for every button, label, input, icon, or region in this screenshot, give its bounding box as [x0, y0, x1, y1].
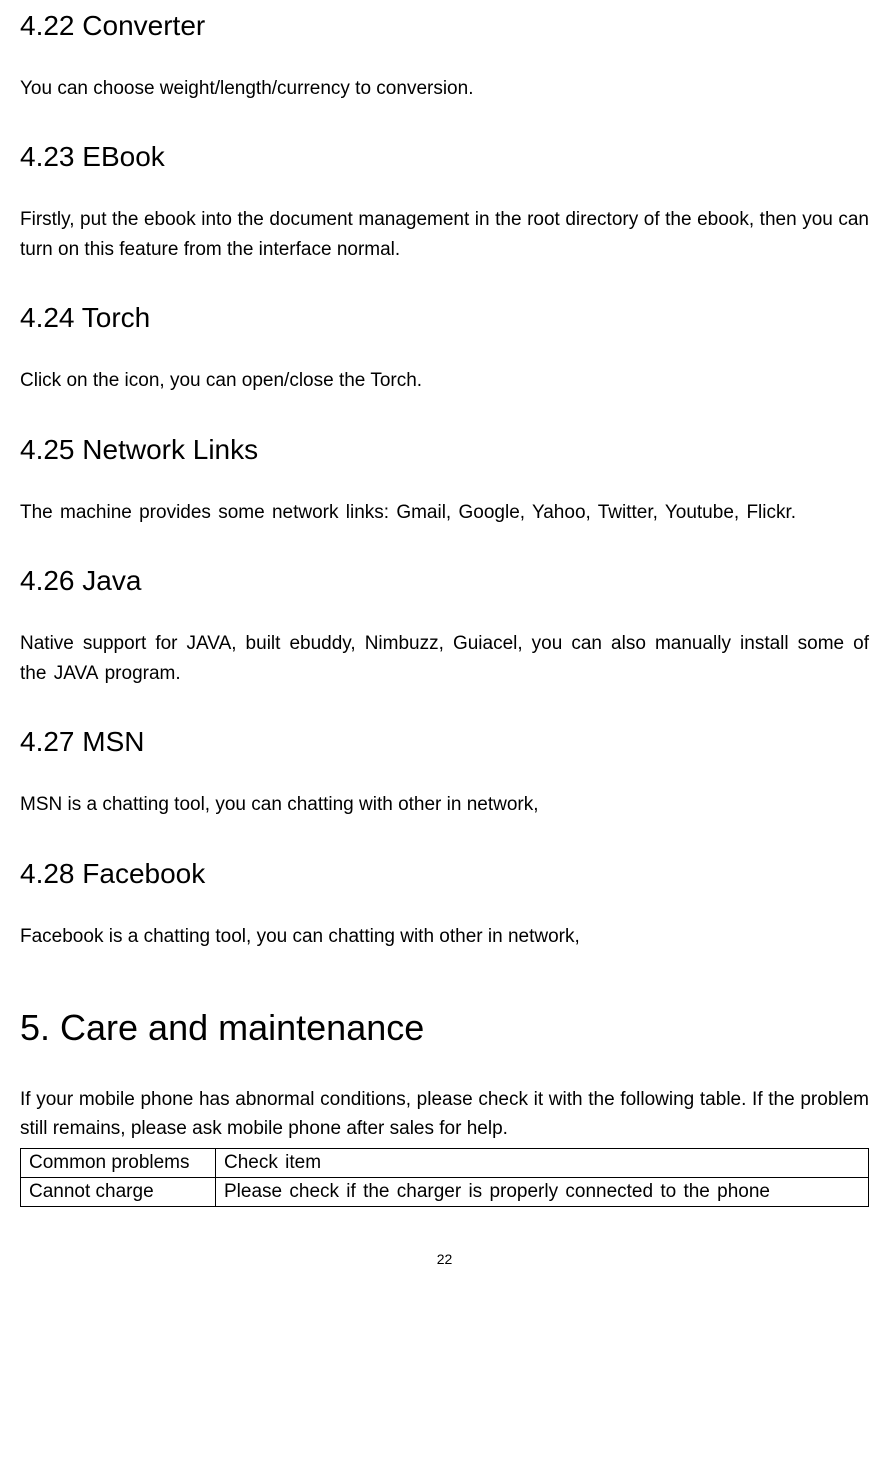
body-4-28: Facebook is a chatting tool, you can cha…: [20, 922, 869, 951]
heading-4-22: 4.22 Converter: [20, 10, 869, 42]
heading-4-23: 4.23 EBook: [20, 141, 869, 173]
page-number: 22: [20, 1251, 869, 1267]
body-4-25: The machine provides some network links:…: [20, 498, 869, 527]
table-row: Cannot charge Please check if the charge…: [21, 1177, 869, 1206]
table-row: Common problems Check item: [21, 1148, 869, 1177]
heading-4-27: 4.27 MSN: [20, 726, 869, 758]
heading-4-28: 4.28 Facebook: [20, 858, 869, 890]
heading-4-26: 4.26 Java: [20, 565, 869, 597]
body-4-22: You can choose weight/length/currency to…: [20, 74, 869, 103]
heading-4-25: 4.25 Network Links: [20, 434, 869, 466]
body-4-24: Click on the icon, you can open/close th…: [20, 366, 869, 395]
body-4-23: Firstly, put the ebook into the document…: [20, 205, 869, 264]
heading-4-24: 4.24 Torch: [20, 302, 869, 334]
body-4-26: Native support for JAVA, built ebuddy, N…: [20, 629, 869, 688]
heading-chapter-5: 5. Care and maintenance: [20, 1007, 869, 1049]
chapter-5-intro: If your mobile phone has abnormal condit…: [20, 1085, 869, 1144]
body-4-27: MSN is a chatting tool, you can chatting…: [20, 790, 869, 819]
table-cell-problem: Cannot charge: [21, 1177, 216, 1206]
table-cell-check: Please check if the charger is properly …: [216, 1177, 869, 1206]
table-header-check: Check item: [216, 1148, 869, 1177]
troubleshoot-table: Common problems Check item Cannot charge…: [20, 1148, 869, 1207]
table-header-problems: Common problems: [21, 1148, 216, 1177]
